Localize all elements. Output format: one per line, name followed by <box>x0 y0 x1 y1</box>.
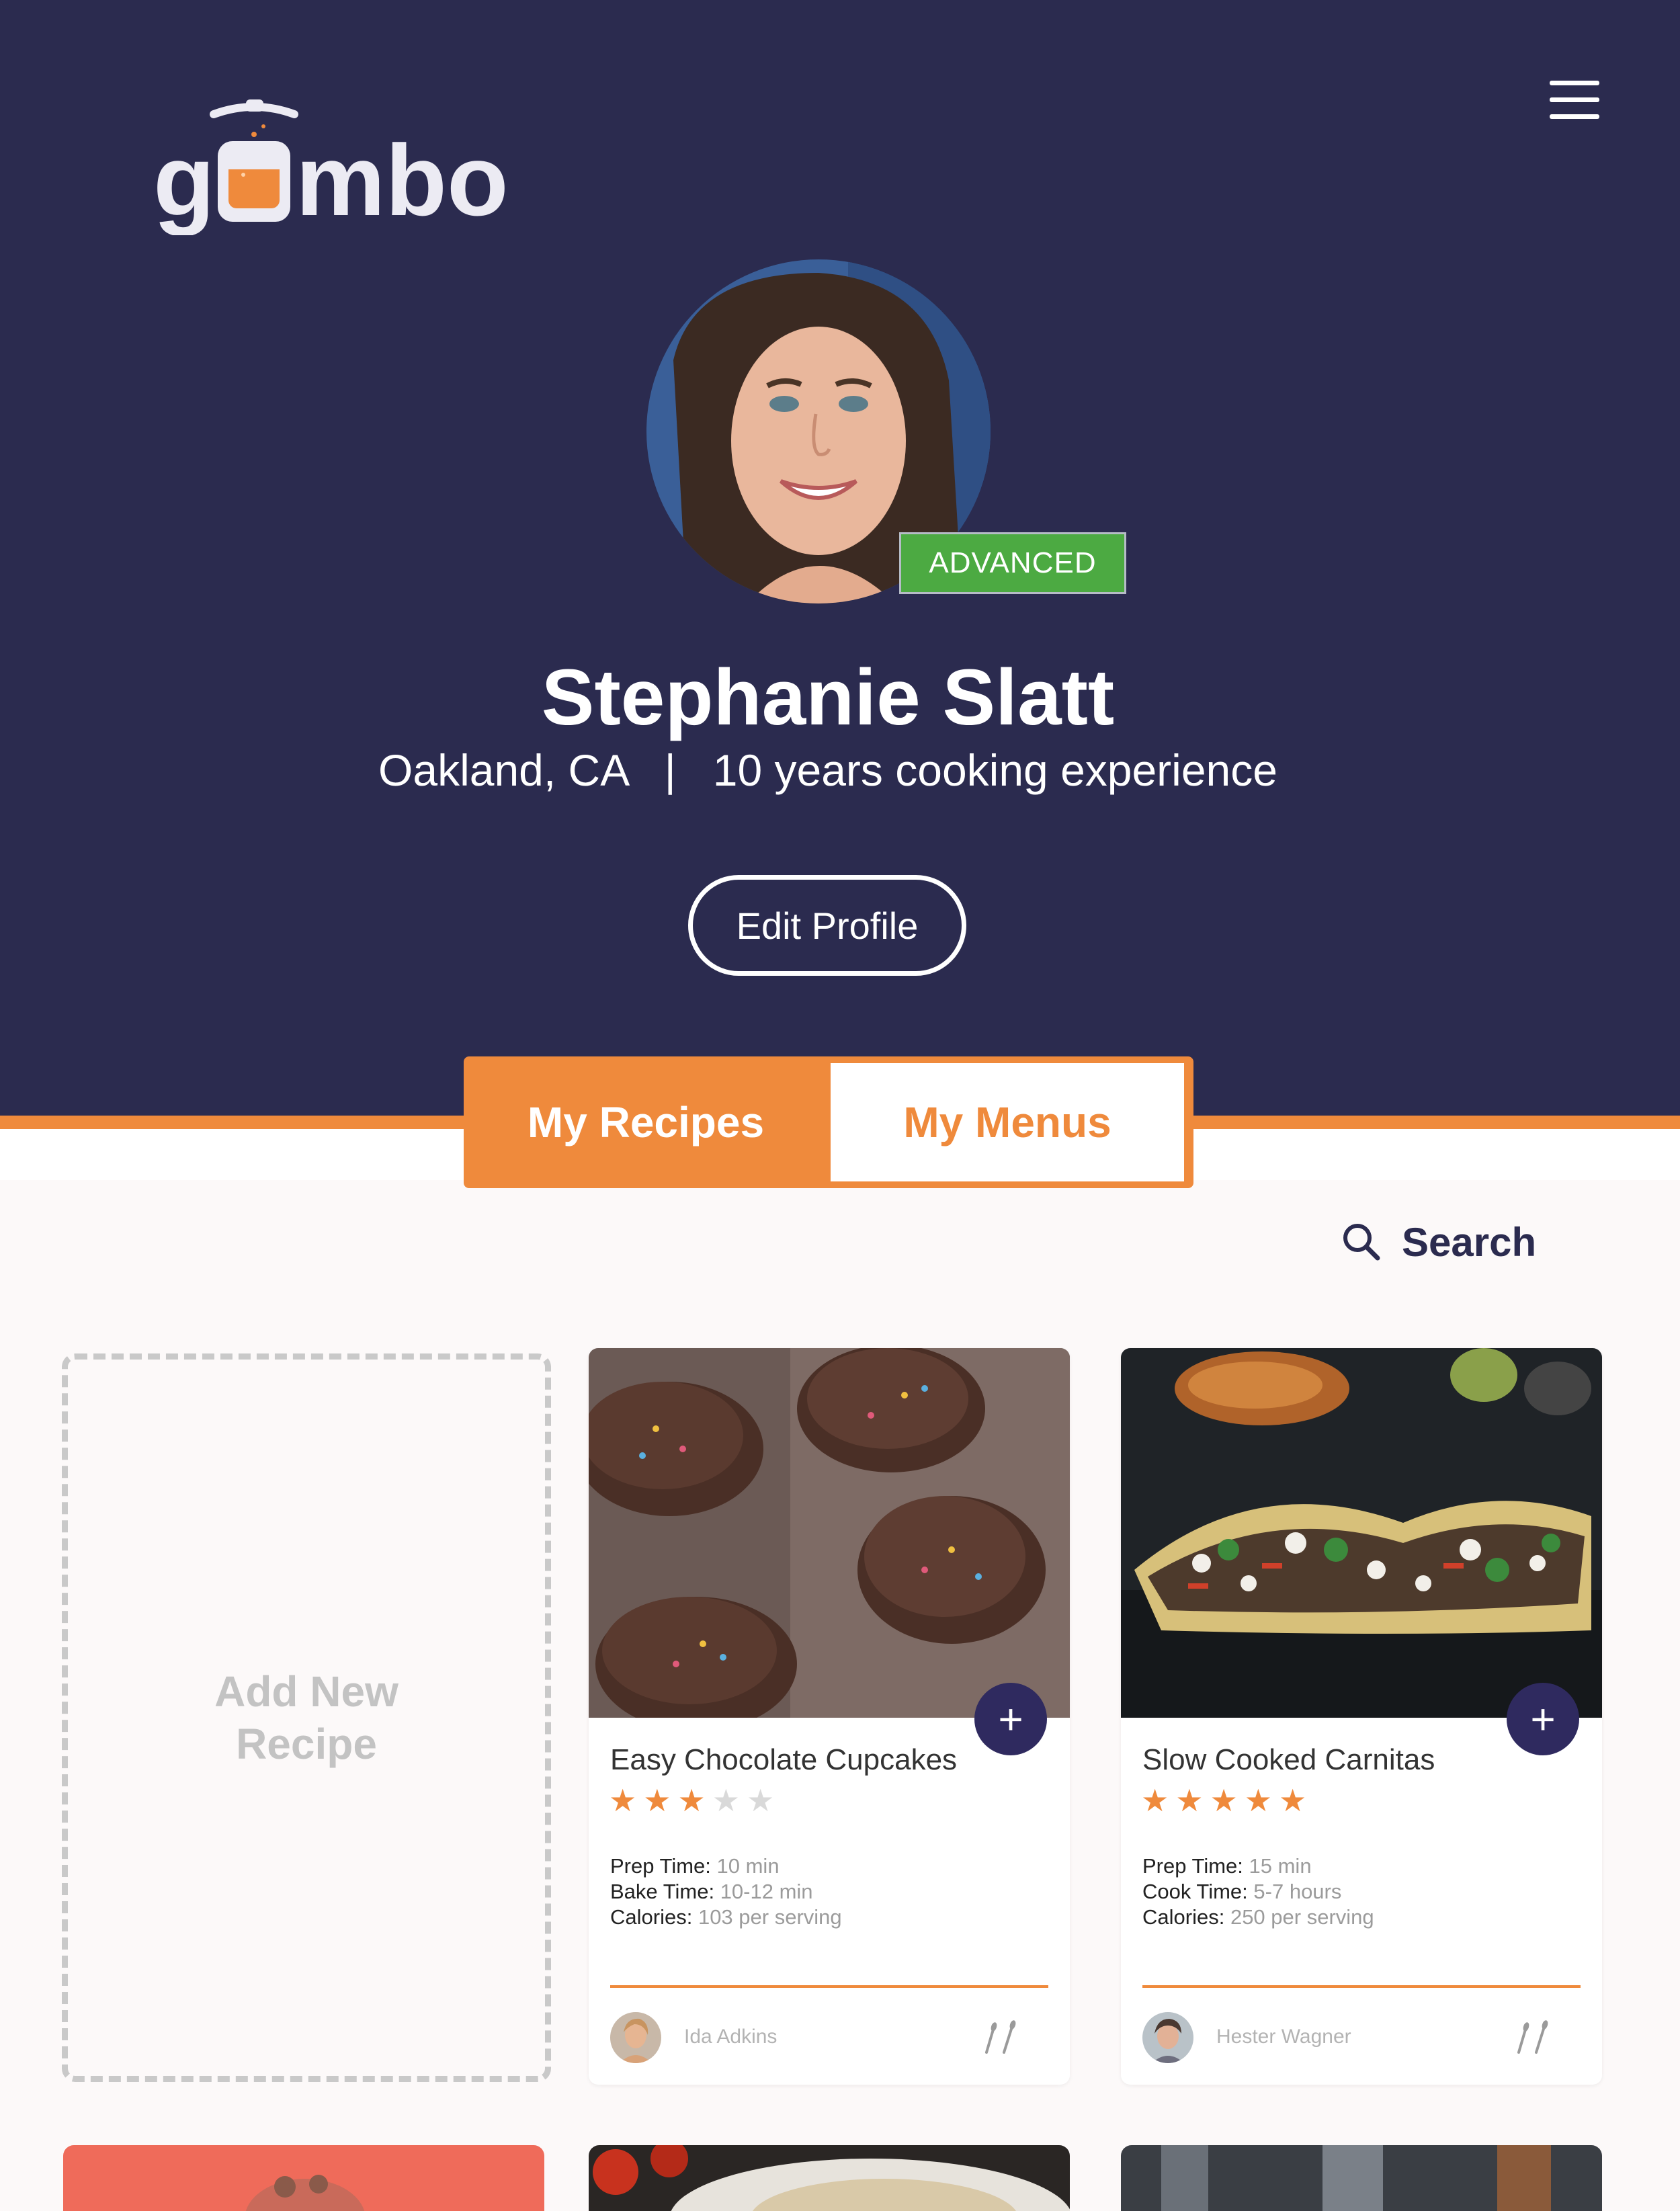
gumbo-logo[interactable]: g mbo <box>153 94 516 239</box>
hamburger-menu-icon[interactable] <box>1550 81 1599 120</box>
rating-stars: ★ ★ ★ ★ ★ <box>609 1785 774 1816</box>
star-icon-filled: ★ <box>1244 1783 1272 1818</box>
level-badge: ADVANCED <box>899 532 1126 594</box>
recipe-title: Easy Chocolate Cupcakes <box>610 1743 958 1776</box>
recipe-details: Prep Time: 10 min Bake Time: 10-12 min C… <box>610 1853 842 1930</box>
detail-value: 103 per serving <box>698 1905 842 1929</box>
search-label: Search <box>1402 1219 1537 1265</box>
star-icon-empty: ★ <box>712 1783 740 1818</box>
detail-value: 250 per serving <box>1230 1905 1374 1929</box>
profile-experience: 10 years cooking experience <box>712 745 1277 795</box>
detail-value: 15 min <box>1249 1854 1312 1878</box>
add-recipe-plus-button[interactable]: + <box>974 1683 1047 1755</box>
detail-row: Calories: 250 per serving <box>1142 1905 1374 1930</box>
detail-row: Prep Time: 15 min <box>1142 1853 1374 1879</box>
recipe-details: Prep Time: 15 min Cook Time: 5-7 hours C… <box>1142 1853 1374 1930</box>
tab-my-menus[interactable]: My Menus <box>831 1063 1184 1181</box>
recipe-card[interactable]: + Slow Cooked Carnitas ★ ★ ★ ★ ★ Prep Ti… <box>1121 1348 1602 2085</box>
star-icon-filled: ★ <box>1141 1783 1169 1818</box>
detail-value: 10 min <box>716 1854 780 1878</box>
detail-row: Bake Time: 10-12 min <box>610 1879 842 1905</box>
detail-label: Bake Time: <box>610 1880 715 1903</box>
detail-value: 5-7 hours <box>1253 1880 1342 1903</box>
star-icon-empty: ★ <box>747 1783 775 1818</box>
star-icon-filled: ★ <box>609 1783 637 1818</box>
rating-stars: ★ ★ ★ ★ ★ <box>1141 1785 1306 1816</box>
star-icon-filled: ★ <box>643 1783 671 1818</box>
detail-label: Prep Time: <box>610 1854 711 1878</box>
search-icon <box>1343 1224 1380 1261</box>
edit-profile-button[interactable]: Edit Profile <box>688 875 966 976</box>
recipe-card-partial[interactable] <box>1121 2145 1602 2211</box>
profile-location: Oakland, CA <box>378 745 628 795</box>
detail-row: Prep Time: 10 min <box>610 1853 842 1879</box>
subline-separator: | <box>664 745 676 795</box>
recipe-image-carnitas <box>1121 1348 1602 1718</box>
author-avatar <box>610 2012 661 2063</box>
recipe-card[interactable]: + Easy Chocolate Cupcakes ★ ★ ★ ★ ★ Prep… <box>589 1348 1070 2085</box>
recipe-card-partial[interactable] <box>63 2145 544 2211</box>
add-new-recipe-label: Add New Recipe <box>214 1667 398 1768</box>
detail-row: Calories: 103 per serving <box>610 1905 842 1930</box>
detail-label: Prep Time: <box>1142 1854 1243 1878</box>
star-icon-filled: ★ <box>1175 1783 1204 1818</box>
author-avatar <box>1142 2012 1193 2063</box>
detail-label: Calories: <box>1142 1905 1225 1929</box>
profile-subline: Oakland, CA | 10 years cooking experienc… <box>0 745 1656 796</box>
recipe-title: Slow Cooked Carnitas <box>1142 1743 1435 1776</box>
tab-my-recipes[interactable]: My Recipes <box>464 1056 828 1188</box>
detail-row: Cook Time: 5-7 hours <box>1142 1879 1374 1905</box>
utensils-icon[interactable] <box>981 2020 1019 2054</box>
detail-label: Calories: <box>610 1905 693 1929</box>
star-icon-filled: ★ <box>1279 1783 1307 1818</box>
svg-text:mbo: mbo <box>296 124 509 235</box>
author-name: Hester Wagner <box>1216 2026 1351 2048</box>
add-recipe-plus-button[interactable]: + <box>1507 1683 1579 1755</box>
utensils-icon[interactable] <box>1513 2020 1551 2054</box>
star-icon-filled: ★ <box>1210 1783 1238 1818</box>
profile-name: Stephanie Slatt <box>541 653 1115 742</box>
author-name: Ida Adkins <box>684 2026 778 2048</box>
add-new-recipe-card[interactable]: Add New Recipe <box>62 1353 551 2082</box>
detail-value: 10-12 min <box>720 1880 813 1903</box>
recipe-card-partial[interactable] <box>589 2145 1070 2211</box>
svg-text:g: g <box>153 124 215 235</box>
card-divider <box>610 1985 1048 1988</box>
detail-label: Cook Time: <box>1142 1880 1248 1903</box>
star-icon-filled: ★ <box>677 1783 706 1818</box>
search-button[interactable]: Search <box>1341 1215 1536 1269</box>
card-divider <box>1142 1985 1581 1988</box>
recipe-image-cupcakes <box>589 1348 1070 1718</box>
